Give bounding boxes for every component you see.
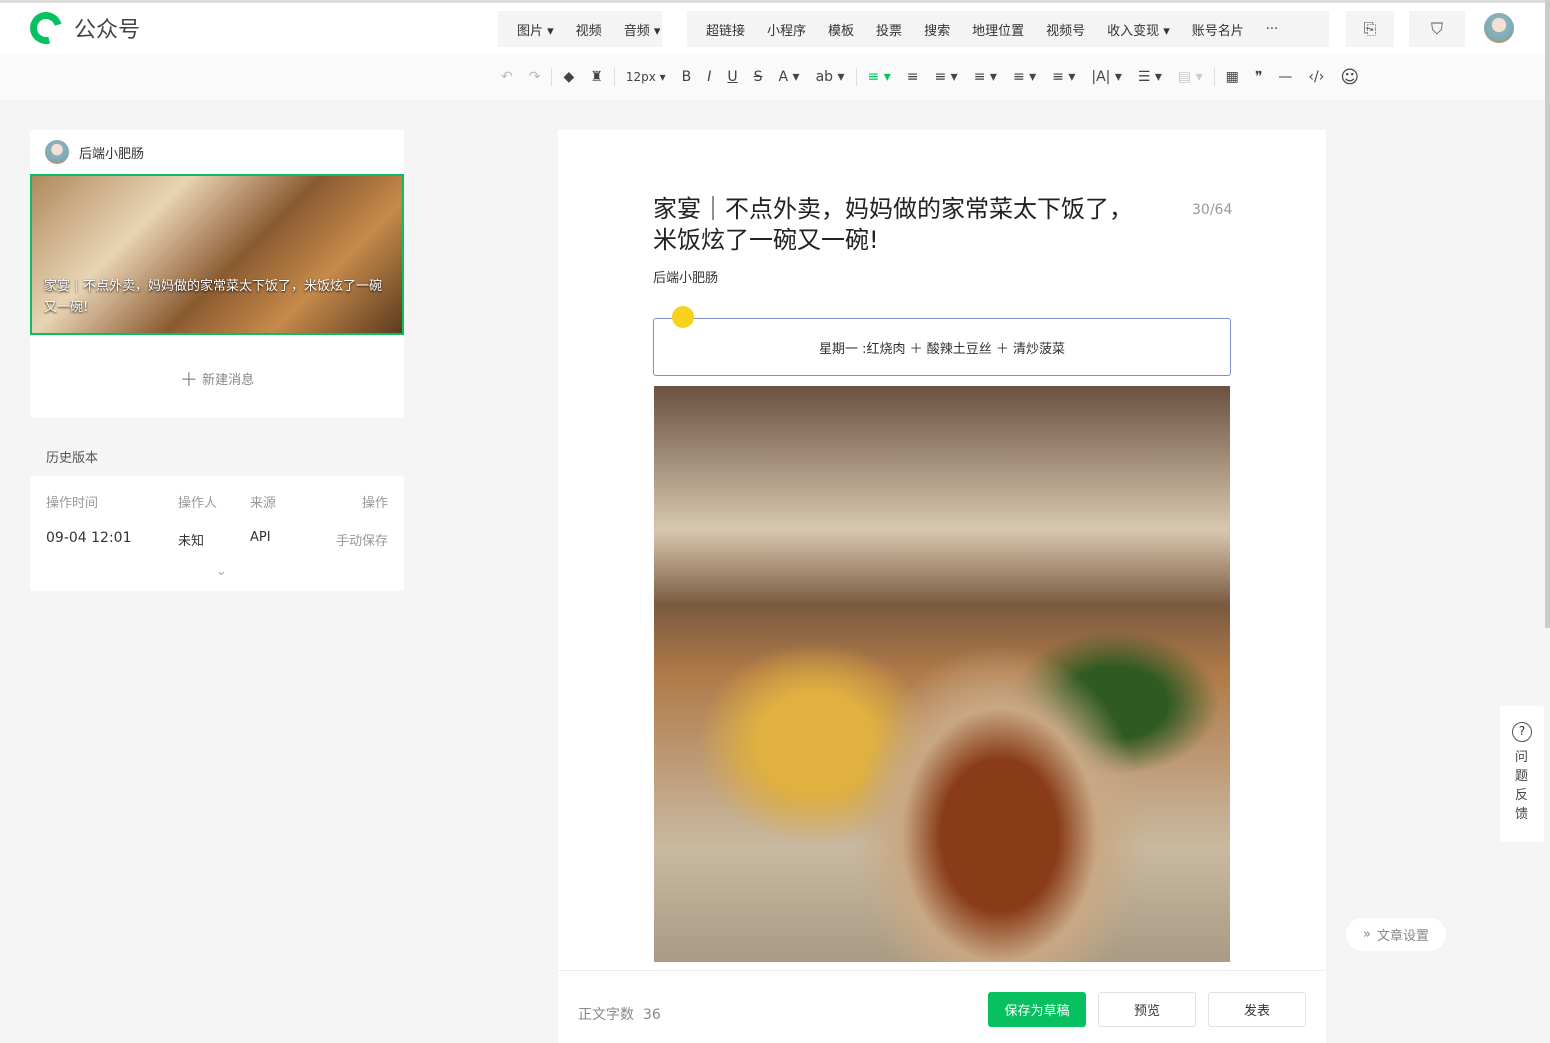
quote-icon[interactable]: ❞ xyxy=(1247,69,1271,85)
background-color-icon[interactable]: ab ▾ xyxy=(808,69,853,85)
insert-group: 超链接 小程序 模板 投票 搜索 地理位置 视频号 收入变现 ▾ 账号名片 ··… xyxy=(687,11,1329,47)
emoji-icon[interactable]: ☺ xyxy=(1332,67,1367,88)
article-cover-item[interactable]: 家宴｜不点外卖，妈妈做的家常菜太下饭了，米饭炫了一碗又一碗! xyxy=(30,174,404,335)
row-source: API xyxy=(250,530,271,545)
user-avatar[interactable] xyxy=(1484,13,1514,43)
new-message-label: 新建消息 xyxy=(202,373,255,388)
history-title: 历史版本 xyxy=(46,451,99,466)
save-draft-button[interactable]: 保存为草稿 xyxy=(988,992,1086,1027)
article-image[interactable] xyxy=(654,386,1230,962)
media-insert-group: 图片 ▾ 视频 音频 ▾ xyxy=(498,11,662,47)
top-bar: 公众号 图片 ▾ 视频 音频 ▾ 超链接 小程序 模板 投票 搜索 地理位置 视… xyxy=(0,0,1550,54)
redo-icon[interactable]: ↷ xyxy=(521,69,549,85)
divider xyxy=(551,68,553,86)
insert-mini-program[interactable]: 小程序 xyxy=(756,20,817,39)
callout-text: 星期一 :红烧肉 ＋ 酸辣土豆丝 ＋ 清炒菠菜 xyxy=(818,341,1066,357)
header-source: 来源 xyxy=(250,496,277,511)
account-avatar xyxy=(45,140,69,164)
author-input[interactable]: 后端小肥肠 xyxy=(653,267,718,286)
insert-monetize[interactable]: 收入变现 ▾ xyxy=(1096,20,1181,39)
divider xyxy=(855,68,857,86)
insert-vote[interactable]: 投票 xyxy=(865,20,913,39)
more-button[interactable]: ··· xyxy=(1255,22,1289,37)
word-count: 正文字数 36 xyxy=(578,1004,661,1024)
table-icon[interactable]: ▦ xyxy=(1218,69,1247,85)
feedback-button[interactable]: ? 问题反馈 xyxy=(1500,706,1544,842)
eraser-icon[interactable]: ◆ xyxy=(555,69,582,85)
account-name: 后端小肥肠 xyxy=(79,146,145,162)
line-height-icon[interactable]: ≡ ▾ xyxy=(1005,69,1044,85)
emoji-sticker-icon xyxy=(672,306,694,328)
history-table: 操作时间 操作人 来源 操作 09-04 12:01 未知 API 手动保存 ⌄ xyxy=(30,476,404,591)
word-count-value: 36 xyxy=(642,1007,661,1023)
article-settings-label: 文章设置 xyxy=(1376,929,1429,944)
preview-button[interactable]: 预览 xyxy=(1098,992,1196,1027)
insert-link[interactable]: 超链接 xyxy=(695,20,756,39)
header-time: 操作时间 xyxy=(46,496,99,511)
chevron-down-icon[interactable]: ⌄ xyxy=(216,564,227,579)
scrollbar[interactable] xyxy=(1545,0,1550,628)
underline-icon[interactable]: U xyxy=(719,69,745,85)
plus-icon: ＋ xyxy=(179,370,198,391)
logo[interactable]: 公众号 xyxy=(24,6,141,50)
new-message-button[interactable]: ＋ 新建消息 xyxy=(30,366,404,392)
article-list-card: 后端小肥肠 家宴｜不点外卖，妈妈做的家常菜太下饭了，米饭炫了一碗又一碗! ＋ 新… xyxy=(30,130,404,418)
letter-spacing-icon[interactable]: |A| ▾ xyxy=(1083,69,1130,85)
insert-search[interactable]: 搜索 xyxy=(913,20,961,39)
bold-icon[interactable]: B xyxy=(674,69,700,85)
header-action: 操作 xyxy=(361,496,388,511)
insert-audio[interactable]: 音频 ▾ xyxy=(613,20,672,39)
format-brush-icon[interactable]: ♜ xyxy=(582,69,611,85)
title-count: 30/64 xyxy=(1192,202,1233,218)
undo-icon[interactable]: ↶ xyxy=(493,69,521,85)
insert-image[interactable]: 图片 ▾ xyxy=(506,20,565,39)
shield-icon[interactable]: ⛉ xyxy=(1409,11,1465,47)
paragraph-spacing-icon[interactable]: ≡ ▾ xyxy=(966,69,1005,85)
feedback-label: 问题反馈 xyxy=(1515,750,1529,822)
editor: 家宴｜不点外卖，妈妈做的家常菜太下饭了，米饭炫了一碗又一碗! 30/64 后端小… xyxy=(558,130,1326,1043)
font-size-select[interactable]: 12px ▾ xyxy=(618,70,674,84)
manual-save-link[interactable]: 手动保存 xyxy=(336,530,388,549)
list-icon[interactable]: ☰ ▾ xyxy=(1130,69,1170,85)
double-chevron-down-icon: » xyxy=(1363,927,1371,942)
insert-video[interactable]: 视频 xyxy=(565,20,613,39)
import-doc-icon[interactable]: ⎘ xyxy=(1346,11,1394,47)
divider xyxy=(1213,68,1215,86)
insert-location[interactable]: 地理位置 xyxy=(961,20,1035,39)
app-title: 公众号 xyxy=(74,18,141,43)
row-time: 09-04 12:01 xyxy=(46,530,132,546)
publish-button[interactable]: 发表 xyxy=(1208,992,1306,1027)
font-color-icon[interactable]: A ▾ xyxy=(771,69,808,85)
code-icon[interactable]: ‹/› xyxy=(1300,69,1332,85)
insert-account-card[interactable]: 账号名片 xyxy=(1181,20,1255,39)
divider xyxy=(613,68,615,86)
header-operator: 操作人 xyxy=(178,496,218,511)
format-toolbar: ↶ ↷ ◆ ♜ 12px ▾ B I U S A ▾ ab ▾ ≡ ▾ ≡ ≡ … xyxy=(0,54,1550,100)
callout-box[interactable]: 星期一 :红烧肉 ＋ 酸辣土豆丝 ＋ 清炒菠菜 xyxy=(653,318,1231,376)
divider xyxy=(558,970,1326,971)
insert-template[interactable]: 模板 xyxy=(817,20,865,39)
row-operator: 未知 xyxy=(178,534,205,549)
wechat-logo-icon xyxy=(24,6,68,50)
float-icon[interactable]: ▤ ▾ xyxy=(1170,69,1211,85)
text-indent-icon[interactable]: ≡ ▾ xyxy=(1044,69,1083,85)
article-cover-title: 家宴｜不点外卖，妈妈做的家常菜太下饭了，米饭炫了一碗又一碗! xyxy=(44,279,383,315)
strikethrough-icon[interactable]: S xyxy=(746,69,771,85)
divider-line-icon[interactable]: — xyxy=(1270,69,1300,85)
word-count-label: 正文字数 xyxy=(578,1007,634,1023)
justify-icon[interactable]: ≡ ▾ xyxy=(927,69,966,85)
align-center-icon[interactable]: ≡ ▾ xyxy=(860,69,899,85)
account-header: 后端小肥肠 xyxy=(30,130,404,174)
italic-icon[interactable]: I xyxy=(699,69,719,85)
insert-channels[interactable]: 视频号 xyxy=(1035,20,1096,39)
title-input[interactable]: 家宴｜不点外卖，妈妈做的家常菜太下饭了，米饭炫了一碗又一碗! xyxy=(653,194,1133,256)
question-icon: ? xyxy=(1512,722,1532,742)
indent-icon[interactable]: ≡ xyxy=(899,69,927,85)
article-settings-button[interactable]: » 文章设置 xyxy=(1346,918,1446,951)
